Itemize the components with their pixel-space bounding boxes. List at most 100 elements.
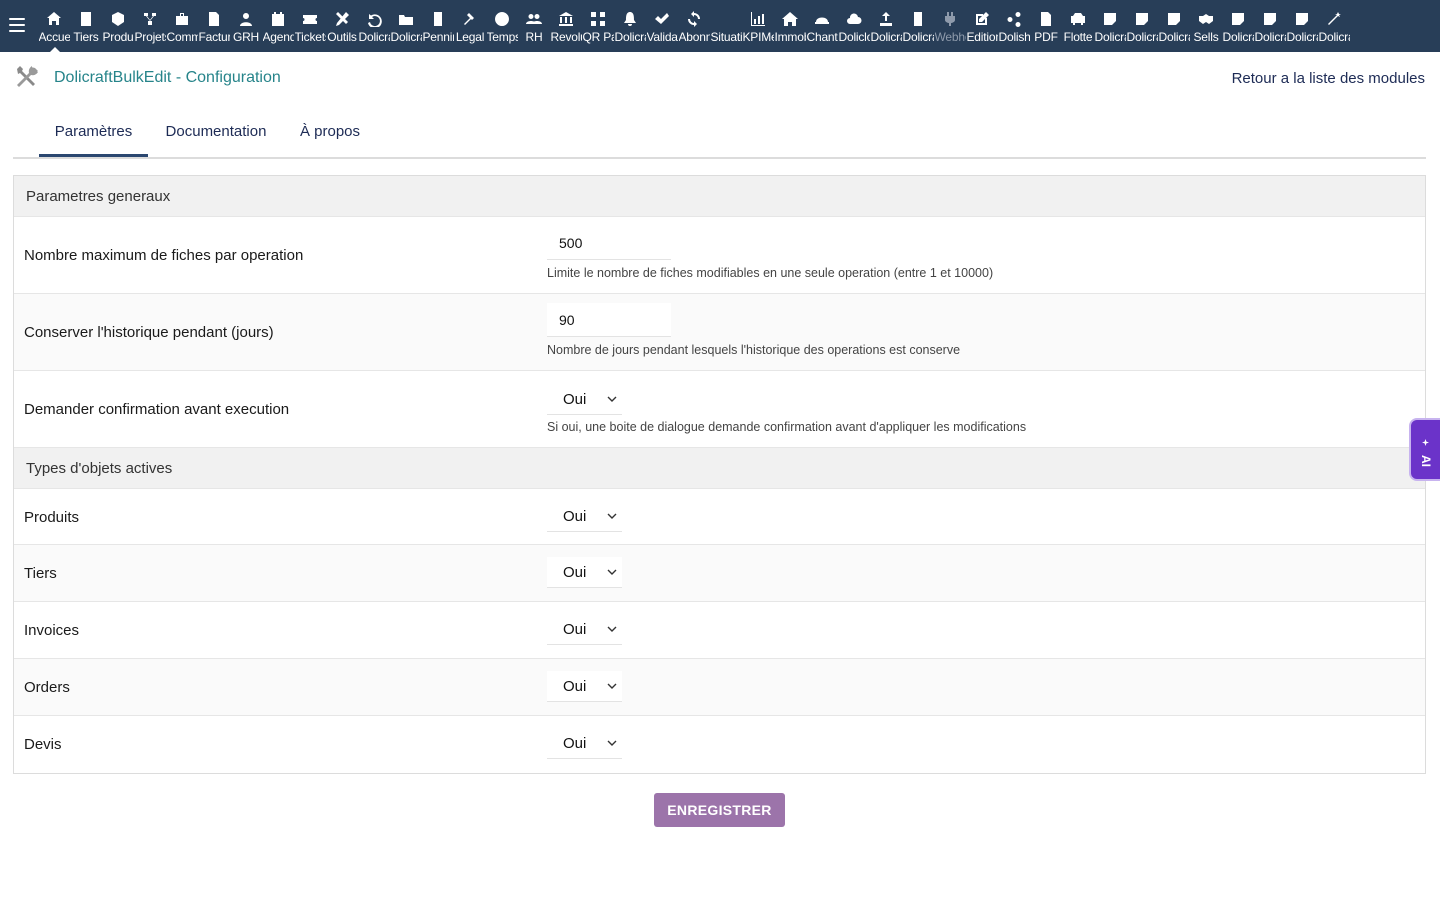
main-menu: AccueilTiersProduitsProjetsCommercialFac… bbox=[38, 0, 1350, 52]
tab-a-propos[interactable]: À propos bbox=[299, 108, 361, 157]
user-icon bbox=[237, 10, 255, 28]
menu-item-9[interactable]: Outils bbox=[326, 0, 358, 52]
menu-item-39[interactable]: Dolicraft bbox=[1286, 0, 1318, 52]
menu-item-27[interactable]: Dolicraft bbox=[902, 0, 934, 52]
menu-item-16[interactable]: Revolut bbox=[550, 0, 582, 52]
menu-item-15[interactable]: RH bbox=[518, 0, 550, 52]
briefcase-icon bbox=[173, 10, 191, 28]
menu-item-4[interactable]: Commercial bbox=[166, 0, 198, 52]
object-row: Devis Oui bbox=[14, 716, 1425, 773]
doc-icon bbox=[429, 10, 447, 28]
menu-item-3[interactable]: Projets bbox=[134, 0, 166, 52]
object-type-select[interactable]: Oui bbox=[547, 671, 622, 702]
menu-item-19[interactable]: Validation bbox=[646, 0, 678, 52]
menu-item-label: Dolicraft bbox=[902, 30, 934, 44]
tab-documentation[interactable]: Documentation bbox=[164, 108, 268, 157]
menu-item-label: Accueil bbox=[38, 30, 70, 44]
object-type-select[interactable]: Oui bbox=[547, 614, 622, 645]
tools-icon bbox=[14, 64, 40, 90]
menu-item-label: Flotte bbox=[1063, 30, 1093, 44]
history-days-input[interactable] bbox=[547, 303, 671, 337]
menu-item-label: Temps bbox=[486, 30, 518, 44]
menu-item-20[interactable]: Abonnements bbox=[678, 0, 710, 52]
menu-item-13[interactable]: Legal bbox=[454, 0, 486, 52]
menu-item-29[interactable]: Edition bbox=[966, 0, 998, 52]
cube-icon bbox=[109, 10, 127, 28]
home-icon bbox=[45, 10, 63, 28]
config-form: Parametres generaux Nombre maximum de fi… bbox=[13, 175, 1426, 774]
menu-item-38[interactable]: Dolicraft bbox=[1254, 0, 1286, 52]
menu-item-31[interactable]: PDF bbox=[1030, 0, 1062, 52]
menu-item-0[interactable]: Accueil bbox=[38, 0, 70, 52]
menu-item-12[interactable]: Penningaard bbox=[422, 0, 454, 52]
bank-icon bbox=[557, 10, 575, 28]
menu-item-14[interactable]: Temps bbox=[486, 0, 518, 52]
car-icon bbox=[1069, 10, 1087, 28]
menu-item-label: Abonnements bbox=[678, 30, 710, 44]
calendar-icon bbox=[269, 10, 287, 28]
ai-tab-label: AI bbox=[1419, 455, 1433, 467]
menu-item-23[interactable]: Immobilier bbox=[774, 0, 806, 52]
helmet-icon bbox=[813, 10, 831, 28]
menu-item-6[interactable]: GRH bbox=[230, 0, 262, 52]
menu-item-7[interactable]: Agenda bbox=[262, 0, 294, 52]
menu-item-11[interactable]: Dolicraft bbox=[390, 0, 422, 52]
menu-item-34[interactable]: Dolicraft bbox=[1126, 0, 1158, 52]
menu-item-label: Webhooks bbox=[934, 30, 966, 44]
back-to-modules-link[interactable]: Retour a la liste des modules bbox=[1232, 70, 1425, 87]
users-icon bbox=[525, 10, 543, 28]
clock-icon bbox=[493, 10, 511, 28]
menu-item-36[interactable]: Sells bbox=[1190, 0, 1222, 52]
tab-bar: Paramètres Documentation À propos bbox=[13, 108, 1426, 159]
menu-item-5[interactable]: Facturation bbox=[198, 0, 230, 52]
object-type-label: Orders bbox=[24, 679, 70, 696]
object-type-select[interactable]: Oui bbox=[547, 728, 622, 759]
max-records-input[interactable] bbox=[547, 226, 671, 260]
hamburger-menu-icon[interactable] bbox=[9, 18, 25, 32]
object-type-select-value: Oui bbox=[563, 564, 587, 581]
history-days-label: Conserver l'historique pendant (jours) bbox=[24, 324, 274, 341]
menu-item-label: Sells bbox=[1193, 30, 1219, 44]
object-type-select[interactable]: Oui bbox=[547, 501, 622, 532]
menu-item-32[interactable]: Flotte bbox=[1062, 0, 1094, 52]
confirm-label: Demander confirmation avant execution bbox=[24, 401, 290, 418]
menu-item-10[interactable]: Dolicraft bbox=[358, 0, 390, 52]
menu-item-25[interactable]: Dolicloud bbox=[838, 0, 870, 52]
refresh-icon bbox=[685, 10, 703, 28]
menu-item-label: PDF bbox=[1034, 30, 1058, 44]
menu-item-40[interactable]: Dolicraft bbox=[1318, 0, 1350, 52]
note-icon bbox=[1293, 10, 1311, 28]
menu-item-22[interactable]: KPIMetrics bbox=[742, 0, 774, 52]
confirm-select[interactable]: Oui bbox=[547, 384, 622, 415]
menu-item-label: Dolishare bbox=[998, 30, 1030, 44]
note-icon bbox=[1165, 10, 1183, 28]
menu-item-26[interactable]: Dolicraft bbox=[870, 0, 902, 52]
menu-item-30[interactable]: Dolishare bbox=[998, 0, 1030, 52]
menu-item-8[interactable]: Tickets bbox=[294, 0, 326, 52]
menu-item-label: Dolicraft bbox=[1158, 30, 1190, 44]
ai-assistant-tab[interactable]: AI bbox=[1409, 418, 1440, 481]
tab-parametres[interactable]: Paramètres bbox=[39, 108, 148, 157]
menu-item-33[interactable]: Dolicraft bbox=[1094, 0, 1126, 52]
menu-item-1[interactable]: Tiers bbox=[70, 0, 102, 52]
object-type-select[interactable]: Oui bbox=[547, 557, 622, 588]
menu-item-label: Edition bbox=[966, 30, 998, 44]
menu-item-label: Dolicraft bbox=[1094, 30, 1126, 44]
folder-icon bbox=[397, 10, 415, 28]
chevron-down-icon bbox=[607, 740, 617, 746]
menu-item-17[interactable]: QR Pay bbox=[582, 0, 614, 52]
menu-item-label: Dolicraft bbox=[1286, 30, 1318, 44]
menu-item-label: Dolicraft bbox=[1254, 30, 1286, 44]
menu-item-35[interactable]: Dolicraft bbox=[1158, 0, 1190, 52]
menu-item-2[interactable]: Produits bbox=[102, 0, 134, 52]
menu-item-37[interactable]: Dolicraft bbox=[1222, 0, 1254, 52]
menu-item-24[interactable]: Chantier bbox=[806, 0, 838, 52]
menu-item-28[interactable]: Webhooks bbox=[934, 0, 966, 52]
menu-item-18[interactable]: Dolicraft bbox=[614, 0, 646, 52]
save-button[interactable]: ENREGISTRER bbox=[654, 793, 785, 827]
object-type-select-value: Oui bbox=[563, 678, 587, 695]
bell-icon bbox=[621, 10, 639, 28]
menu-item-21[interactable]: Situations bbox=[710, 0, 742, 52]
menu-item-label: Tickets bbox=[294, 30, 326, 44]
tools-icon bbox=[333, 10, 351, 28]
